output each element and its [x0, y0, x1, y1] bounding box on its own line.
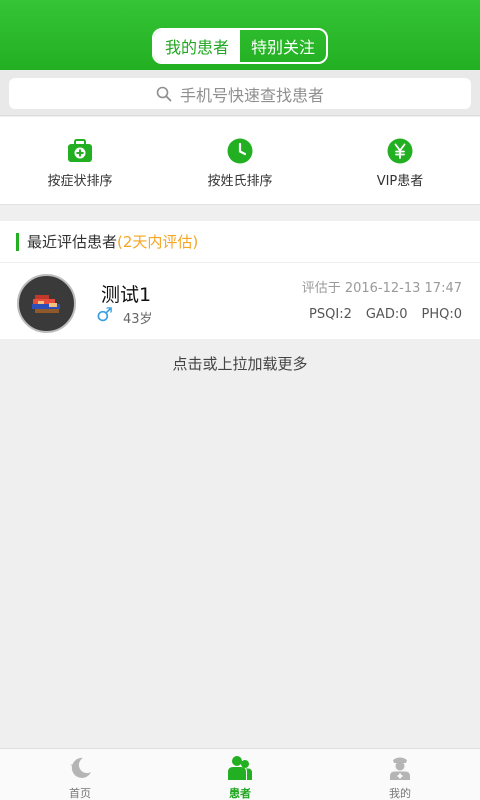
tab-home-label: 首页 — [69, 787, 91, 800]
patient-filter-segmented-control: 我的患者 特别关注 — [152, 28, 328, 64]
tab-patients[interactable]: 患者 — [160, 749, 320, 800]
vip-patients-button[interactable]: VIP患者 — [320, 117, 480, 205]
recent-patients-subtitle: (2天内评估) — [117, 233, 199, 251]
avatar — [17, 274, 76, 333]
recent-patients-section: 最近评估患者 (2天内评估) 测试1 ♂ 43岁 评估于 2016-12-13 … — [0, 221, 480, 339]
pixel-character-avatar-icon — [31, 294, 60, 313]
sort-by-symptom-button[interactable]: 按症状排序 — [0, 117, 160, 205]
sort-options-bar: 按症状排序 按姓氏排序 VIP患者 — [0, 117, 480, 205]
vip-patients-label: VIP患者 — [376, 174, 424, 189]
clock-icon — [227, 138, 253, 164]
sort-by-surname-label: 按姓氏排序 — [207, 174, 273, 189]
assessment-scores: PSQI:2 GAD:0 PHQ:0 — [309, 307, 462, 322]
patient-name: 测试1 — [101, 284, 152, 306]
patients-icon — [228, 756, 252, 780]
tab-my-patients[interactable]: 我的患者 — [154, 30, 240, 62]
medical-kit-icon — [68, 139, 92, 162]
gad-score: GAD:0 — [365, 307, 408, 322]
tab-special-attention[interactable]: 特别关注 — [240, 30, 326, 62]
nurse-icon — [390, 757, 410, 780]
yen-icon — [387, 138, 413, 164]
tab-mine[interactable]: 我的 — [320, 749, 480, 800]
sort-by-surname-button[interactable]: 按姓氏排序 — [160, 117, 320, 205]
tab-patients-label: 患者 — [229, 787, 251, 800]
evaluation-time: 评估于 2016-12-13 17:47 — [301, 281, 462, 296]
section-accent-bar — [16, 232, 19, 251]
recent-patients-header: 最近评估患者 (2天内评估) — [0, 221, 480, 263]
patient-age: 43岁 — [123, 312, 153, 327]
moon-icon — [70, 757, 91, 778]
search-icon — [156, 86, 172, 101]
bottom-tab-bar: 首页 患者 我的 — [0, 748, 480, 800]
phq-score: PHQ:0 — [421, 307, 463, 322]
tab-home[interactable]: 首页 — [0, 749, 160, 800]
male-icon: ♂ — [96, 304, 114, 326]
load-more-button[interactable]: 点击或上拉加载更多 — [0, 353, 480, 374]
search-placeholder: 手机号快速查找患者 — [179, 85, 324, 105]
sort-by-symptom-label: 按症状排序 — [47, 174, 113, 189]
psqi-score: PSQI:2 — [309, 307, 352, 322]
search-bar-container: 手机号快速查找患者 — [0, 70, 480, 116]
search-input[interactable]: 手机号快速查找患者 — [9, 78, 471, 109]
recent-patients-title: 最近评估患者 — [27, 233, 118, 251]
top-header: 我的患者 特别关注 — [0, 0, 480, 70]
patient-list-item[interactable]: 测试1 ♂ 43岁 评估于 2016-12-13 17:47 PSQI:2 GA… — [0, 263, 480, 339]
tab-mine-label: 我的 — [389, 787, 411, 800]
